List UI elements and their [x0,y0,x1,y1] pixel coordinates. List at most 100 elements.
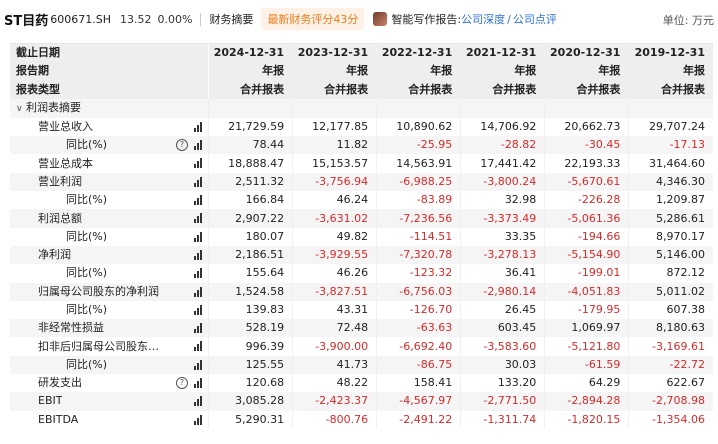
value-cell: -2,771.50 [460,392,545,411]
value-cell: 125.55 [207,355,293,375]
value-cell: 30.03 [460,355,545,375]
table-row: 同比(%)? 78.44 11.82 -25.95 -28.82 -30.45 -17.13 [10,136,713,155]
row-label-cell: EBIT [10,392,209,411]
company-review-link[interactable]: 公司点评 [513,11,557,27]
table-row: 营业总收入 21,729.59 12,177.85 10,890.62 14,706.9… [10,117,713,137]
table-row: EBITDA 5,290.31 -800.76 -2,491.22 -1,311.74-… [10,410,713,429]
value-cell: -3,169.61 [628,337,713,356]
row-label: 非经常性损益 [38,321,104,335]
row-label-cell: 营业利润 [10,172,209,192]
column-header-date: 2021-12-31 [460,44,545,63]
bar-chart-icon[interactable] [194,286,202,297]
bar-chart-icon[interactable] [194,378,202,389]
value-cell: 528.19 [207,319,293,338]
bar-chart-icon[interactable] [194,231,202,242]
bar-chart-icon[interactable] [194,304,202,315]
value-cell: -3,900.00 [292,337,377,356]
column-header-date: 2020-12-31 [544,44,629,63]
bar-chart-icon[interactable] [194,249,202,260]
bar-chart-icon[interactable] [194,213,202,224]
value-cell: -3,373.49 [460,209,545,228]
value-cell: -2,980.14 [460,282,545,301]
value-cell: -5,154.90 [544,245,629,265]
table-row: 净利润 2,186.51 -3,929.55 -7,320.78 -3,278.13 -5… [10,245,713,265]
empty-cell [460,98,545,118]
bar-chart-icon[interactable] [194,195,202,206]
bar-chart-icon[interactable] [194,268,202,279]
header-row-label: 截止日期 [10,44,209,63]
row-label-cell: 同比(%) [10,264,209,282]
value-cell: 46.24 [292,191,377,210]
value-cell: -61.59 [544,355,629,375]
table-row: 营业利润 2,511.32 -3,756.94 -6,988.25 -3,800.24-… [10,172,713,192]
header-row-label: 报表类型 [10,80,209,99]
value-cell: -7,320.78 [376,245,461,265]
row-label-cell: 营业总收入 [10,118,209,136]
stock-code: 600671.SH [50,12,111,26]
value-cell: -30.45 [544,136,629,155]
row-label-cell: 营业总成本 [10,154,209,172]
link-separator: / [507,12,511,26]
value-cell: 158.41 [376,374,461,393]
value-cell: -6,692.40 [376,337,461,356]
value-cell: 72.48 [292,319,377,338]
value-cell: 4,346.30 [628,172,713,192]
value-cell: 31,464.60 [628,154,713,173]
value-cell: 3,085.28 [207,392,293,411]
question-circle-icon[interactable]: ? [176,139,188,152]
question-circle-icon[interactable]: ? [176,377,188,390]
value-cell: 36.41 [460,264,545,283]
value-cell: 14,563.91 [376,154,461,173]
empty-cell [207,98,293,118]
bar-chart-icon[interactable] [194,396,202,407]
avatar [373,12,388,26]
value-cell: -2,894.28 [544,392,629,411]
row-label-cell: 净利润 [10,245,209,265]
company-depth-link[interactable]: 公司深度 [461,11,505,27]
value-cell: -25.95 [376,136,461,155]
table-row: 营业总成本 18,888.47 15,153.57 14,563.91 17,441.4… [10,154,713,173]
value-cell: -6,988.25 [376,172,461,192]
value-cell: -179.95 [544,300,629,320]
value-cell: 11.82 [292,136,377,155]
column-header-date: 2023-12-31 [292,44,377,63]
section-row[interactable]: ∨ 利润表摘要 [10,98,713,118]
bar-chart-icon[interactable] [194,176,202,187]
bar-chart-icon[interactable] [194,158,202,169]
value-cell: -123.32 [376,264,461,283]
value-cell: -114.51 [376,227,461,246]
bar-chart-icon[interactable] [194,359,202,370]
row-label: 研发支出 [38,376,82,390]
value-cell: -3,583.60 [460,337,545,356]
bar-chart-icon[interactable] [194,121,202,132]
column-header-date: 2024-12-31 [207,44,293,63]
chevron-down-icon[interactable]: ∨ [16,100,26,118]
value-cell: 1,524.58 [207,282,293,301]
value-cell: -28.82 [460,136,545,155]
row-label-cell: 同比(%) [10,355,209,375]
column-header-period: 年报 [207,62,293,81]
header-row: 报告期 年报 年报 年报 年报 年报 年报 [10,62,713,81]
financial-table-container[interactable]: 截止日期 2024-12-31 2023-12-31 2022-12-31 2021-1… [10,43,713,444]
value-cell: 622.67 [628,374,713,393]
value-cell: -1,311.74 [460,410,545,429]
row-label: 同比(%) [66,266,108,280]
stock-name: ST目药 [4,13,49,29]
bar-chart-icon[interactable] [194,341,202,352]
empty-cell [628,98,713,118]
section-header[interactable]: ∨ 利润表摘要 [10,98,209,118]
row-label: 营业总收入 [38,120,93,134]
table-row: 研发支出? 120.68 48.22 158.41 133.20 64.29 622.67 [10,374,713,393]
price-change: 0.00% [157,12,193,26]
value-cell: 49.82 [292,227,377,246]
bar-chart-icon[interactable] [194,323,202,334]
table-row: 同比(%) 155.64 46.26 -123.32 36.41 -199.01 872.1… [10,264,713,283]
value-cell: 26.45 [460,300,545,320]
value-cell: 872.12 [628,264,713,283]
bar-chart-icon[interactable] [194,140,202,151]
financial-score-button[interactable]: 最新财务评分43分 [261,8,365,30]
stock-price: 13.52 [119,12,152,26]
row-label: 同比(%) [66,303,108,316]
row-label: 营业总成本 [38,156,93,170]
bar-chart-icon[interactable] [194,414,202,425]
